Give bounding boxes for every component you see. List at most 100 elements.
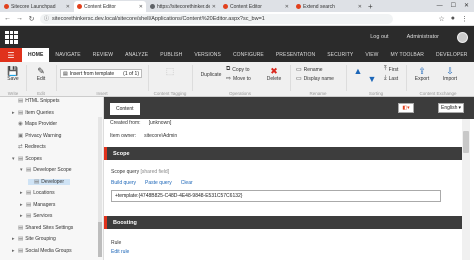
tab-my-toolbar[interactable]: MY TOOLBAR (385, 48, 431, 62)
expand-icon[interactable]: ▸ (12, 236, 16, 242)
tree-item[interactable]: ◉ Maps Provider (12, 121, 57, 127)
tree-scrollbar-thumb[interactable] (98, 222, 102, 257)
scope-section-header[interactable]: Scope (104, 147, 462, 160)
close-window-icon[interactable]: ✕ (464, 1, 469, 12)
tab-analyze[interactable]: ANALYZE (119, 48, 154, 62)
version-selector[interactable]: ◧ ▾ (398, 103, 414, 113)
boosting-section-header[interactable]: Boosting (104, 216, 462, 229)
edit-rule-link[interactable]: Edit rule (111, 249, 129, 255)
copy-to-button[interactable]: ⧉ Copy to (226, 66, 250, 73)
expand-icon[interactable]: ▸ (20, 213, 24, 219)
tree-item[interactable]: ▸ ▤ Item Queries (12, 110, 54, 116)
close-tab-icon[interactable]: ✕ (212, 4, 216, 10)
tree-item[interactable]: ▣ Privacy Warning (12, 133, 61, 139)
minimize-icon[interactable]: — (437, 1, 443, 12)
sort-down-button[interactable]: ▼ (362, 74, 382, 84)
close-tab-icon[interactable]: ✕ (66, 4, 70, 10)
expand-icon[interactable]: ▸ (12, 248, 16, 254)
duplicate-button[interactable]: Duplicate (198, 72, 224, 78)
scope-query-input[interactable]: +template:{4748B825-C48D-4E48-9848-E531C… (111, 190, 441, 202)
browser-tab[interactable]: Extend search ✕ (293, 1, 365, 12)
user-name[interactable]: Administrator (407, 34, 439, 40)
tree-item[interactable]: ▸ ▤ Locations (20, 190, 55, 196)
rename-icon: ▭ (296, 67, 302, 73)
browser-tab[interactable]: Content Editor ✕ (220, 1, 292, 12)
item-icon: ▤ (18, 247, 24, 254)
tree-item[interactable]: ⇄ Redirects (12, 144, 46, 150)
profile-icon[interactable]: ● (451, 15, 455, 23)
hamburger-menu-icon[interactable]: ☰ (0, 48, 22, 62)
tree-item[interactable]: ▤ HTML Snippets (12, 98, 59, 104)
editor-scrollbar-thumb[interactable] (463, 131, 469, 153)
tab-developer[interactable]: DEVELOPER (430, 48, 473, 62)
new-tab-button[interactable]: + (368, 1, 373, 12)
ribbon-panel: 💾 Save Write ✎ Edit Edit Insert ▤ Insert… (0, 62, 474, 97)
tab-security[interactable]: SECURITY (321, 48, 359, 62)
tag-button[interactable]: ⬚ (160, 66, 180, 76)
tree-item[interactable]: ▤ Developer (28, 178, 70, 185)
last-button[interactable]: ⤓ Last (384, 75, 398, 82)
first-button[interactable]: ⤒ First (384, 66, 398, 73)
collapse-icon[interactable]: ▾ (12, 156, 16, 162)
tree-item[interactable]: ▾ ▤ Scopes (12, 156, 42, 162)
tab-publish[interactable]: PUBLISH (154, 48, 188, 62)
maximize-icon[interactable]: ☐ (451, 1, 456, 12)
logout-link[interactable]: Log out (370, 34, 388, 40)
paste-query-link[interactable]: Paste query (145, 180, 172, 186)
expand-icon[interactable]: ▸ (12, 110, 16, 116)
tab-content[interactable]: Content (110, 103, 140, 115)
tree-item-label: Scopes (25, 155, 42, 162)
editor-scrollbar[interactable] (462, 119, 470, 260)
tab-view[interactable]: VIEW (359, 48, 384, 62)
tree-item[interactable]: ▤ Shared Sites Settings (12, 225, 73, 231)
url-text: sitecorethinkersc.dev.local/sitecore/she… (52, 15, 265, 22)
import-button[interactable]: ⇩ Import (440, 66, 460, 82)
tree-item[interactable]: ▾ ▤ Developer Scope (20, 167, 72, 173)
tree-item[interactable]: ▸ ▤ Social Media Groups (12, 248, 72, 254)
expand-icon[interactable]: ▸ (20, 190, 24, 196)
tree-item[interactable]: ▸ ▤ Managers (20, 202, 55, 208)
tree-scrollbar[interactable] (98, 117, 102, 257)
rename-button[interactable]: ▭ Rename (296, 66, 323, 74)
export-button[interactable]: ⇪ Export (412, 66, 432, 82)
tab-navigate[interactable]: NAVIGATE (49, 48, 86, 62)
edit-button[interactable]: ✎ Edit (31, 66, 51, 82)
close-tab-icon[interactable]: ✕ (358, 4, 362, 10)
language-selector[interactable]: English ▾ (438, 103, 464, 113)
browser-menu-icon[interactable]: ⋮ (461, 15, 468, 23)
bookmark-star-icon[interactable]: ☆ (438, 15, 444, 23)
not-secure-icon[interactable]: ⓘ (44, 15, 49, 22)
move-to-button[interactable]: ⇨ Move to (226, 75, 251, 83)
insert-group: Insert (96, 91, 108, 96)
tree-item[interactable]: ▸ ▤ Services (20, 213, 52, 219)
copy-icon: ⧉ (226, 66, 231, 72)
sitecore-logo-icon[interactable] (5, 30, 18, 44)
close-tab-icon[interactable]: ✕ (285, 4, 289, 10)
url-field[interactable]: ⓘ sitecorethinkersc.dev.local/sitecore/s… (40, 13, 394, 24)
clear-link[interactable]: Clear (181, 180, 193, 186)
back-icon[interactable]: ← (4, 15, 11, 22)
build-query-link[interactable]: Build query (111, 180, 136, 186)
insert-options-list[interactable]: ▤ Insert from template (1 of 1) (60, 69, 142, 78)
close-tab-icon[interactable]: ✕ (139, 4, 143, 10)
tree-item[interactable]: ▸ ▤ Site Grouping (12, 236, 56, 242)
tab-review[interactable]: REVIEW (87, 48, 119, 62)
collapse-icon[interactable]: ▾ (20, 167, 24, 173)
tab-versions[interactable]: VERSIONS (188, 48, 227, 62)
tab-home[interactable]: HOME (22, 48, 50, 62)
reload-icon[interactable]: ↻ (28, 15, 35, 23)
tree-item-label: Managers (33, 201, 56, 208)
tab-configure[interactable]: CONFIGURE (227, 48, 270, 62)
tab-presentation[interactable]: PRESENTATION (270, 48, 321, 62)
forward-icon[interactable]: → (16, 15, 23, 22)
chevron-down-icon: ▾ (458, 105, 461, 111)
save-button[interactable]: 💾 Save (3, 66, 23, 82)
display-name-button[interactable]: ▭ Display name (296, 75, 334, 83)
browser-tab-active[interactable]: Content Editor ✕ (74, 1, 146, 12)
expand-icon[interactable]: ▸ (20, 202, 24, 208)
avatar[interactable] (457, 31, 468, 43)
rule-label: Rule (111, 240, 122, 246)
browser-tab[interactable]: https://sitecorethinker.dev...✕ (147, 1, 219, 12)
browser-tab[interactable]: Sitecore Launchpad ✕ (1, 1, 73, 12)
delete-button[interactable]: ✖ Delete (264, 66, 284, 82)
